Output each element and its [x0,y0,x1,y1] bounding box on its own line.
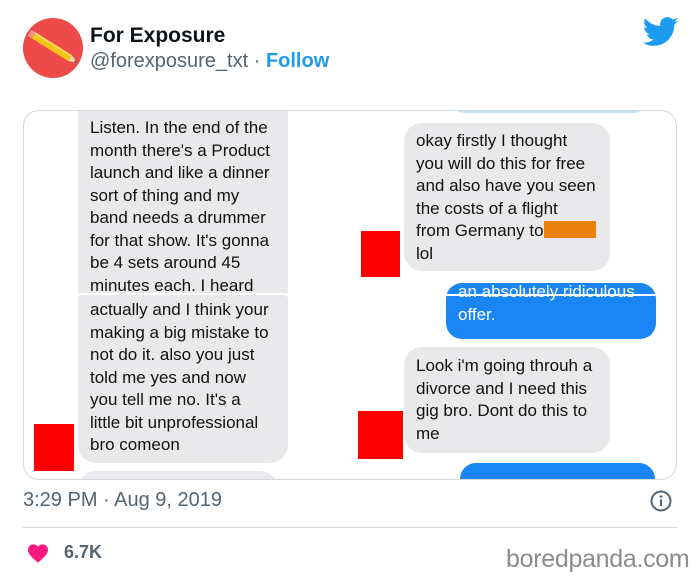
source-watermark: boredpanda.com [506,545,690,573]
tweet-timestamp[interactable]: 3:29 PM · Aug 9, 2019 [23,489,222,512]
media-image[interactable]: Listen. In the end of the month there's … [23,110,677,480]
message-line: launch and like a dinner [90,163,270,182]
message-line: lol [416,243,434,263]
message-text: from Germany to [416,221,544,240]
censored-country-box [543,221,596,238]
screenshot-split-divider [446,294,656,296]
message-line: from Germany to [416,220,598,243]
author-handle-row: @forexposure_txt · Follow [90,50,329,73]
message-line: bro comeon [90,435,180,454]
message-line: Listen. In the end of the [90,118,268,137]
message-line: sort of thing and my [90,185,240,205]
author-name[interactable]: For Exposure [90,24,225,48]
message-line: be 4 sets around 45 [90,253,241,272]
like-count[interactable]: 6.7K [64,542,102,563]
follow-button[interactable]: Follow [266,50,329,72]
avatar[interactable] [23,18,83,78]
message-bubble-right-partial-bottom [460,463,655,479]
message-line: okay firstly I thought [416,131,568,150]
censored-avatar-left [34,424,74,471]
message-bubble-right-partial-top [454,111,644,113]
message-line: me [416,423,440,443]
message-bubble-right-1: okay firstly I thought you will do this … [404,123,610,271]
message-line: for that show. It's gonna [90,230,270,250]
message-bubble-left-2: actually and I think your making a big m… [78,295,288,463]
message-line: gig bro. Dont do this to [416,401,588,420]
message-line: told me yes and now [90,367,246,387]
message-line: making a big mistake to [90,322,269,342]
message-line: actually and I think your [90,300,269,319]
message-line: Look i'm going throuh a [416,356,593,375]
info-icon[interactable] [650,490,672,512]
message-bubble-right-2: Look i'm going throuh a divorce and I ne… [404,347,610,453]
message-bubble-left-1: Listen. In the end of the month there's … [78,111,288,295]
censored-avatar-right-1 [361,231,400,277]
message-line: not do it. also you just [90,345,255,364]
heart-icon[interactable] [27,543,49,563]
message-line: month there's a Product [90,140,270,160]
tweet-card: For Exposure @forexposure_txt · Follow L… [0,0,700,581]
pencil-icon [27,29,78,63]
message-line: you tell me no. It's a [90,390,241,409]
message-bubble-left-partial [78,471,278,479]
message-line: band needs a drummer [90,208,266,227]
twitter-bird-icon[interactable] [643,17,679,47]
message-bubble-right-blue: an absolutely ridiculous offer. [446,283,656,339]
message-line: and also have you seen [416,176,596,195]
message-line: the costs of a flight [416,198,558,218]
message-line: offer. [458,304,496,324]
message-line: little bit unprofessional [90,412,259,432]
author-handle[interactable]: @forexposure_txt [90,50,248,72]
message-line: you will do this for free [416,153,586,173]
censored-avatar-right-2 [358,411,403,459]
handle-separator: · [248,50,266,72]
footer-divider [23,527,677,528]
message-line: divorce and I need this [416,378,588,398]
